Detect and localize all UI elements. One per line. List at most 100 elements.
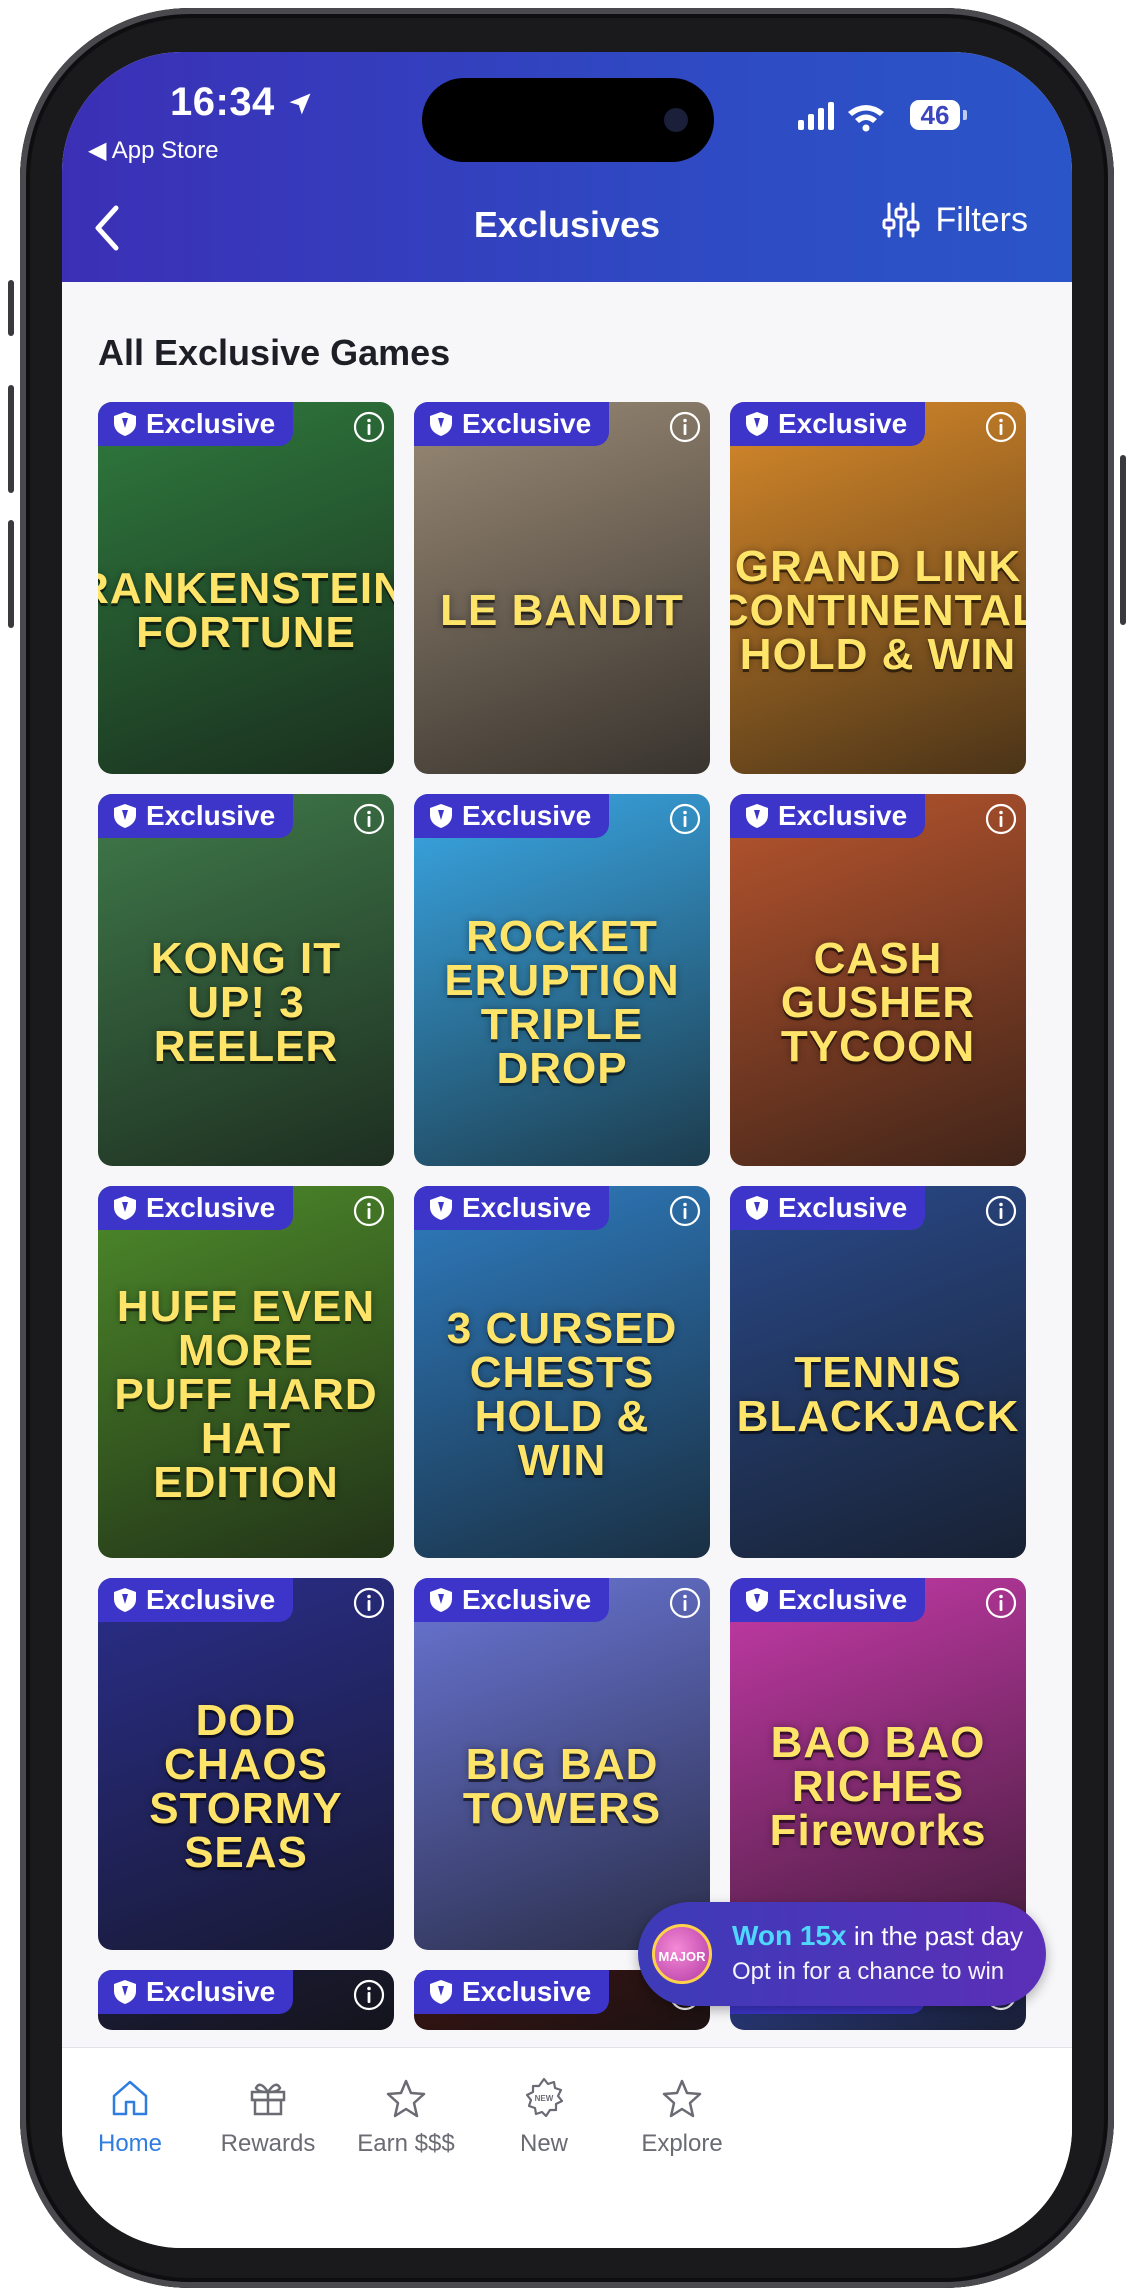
mute-switch	[8, 280, 14, 336]
shield-icon	[746, 412, 768, 436]
exclusive-badge: Exclusive	[98, 402, 294, 446]
exclusive-badge: Exclusive	[414, 794, 610, 838]
exclusive-badge-label: Exclusive	[778, 1584, 908, 1615]
jackpot-toast[interactable]: MAJOR Won 15x in the past day Opt in for…	[638, 1902, 1046, 2006]
game-artwork: BIG BAD TOWERS	[414, 1578, 710, 1950]
exclusive-badge-label: Exclusive	[146, 1192, 276, 1223]
shield-icon	[430, 804, 452, 828]
shield-icon	[114, 1588, 136, 1612]
game-artwork: LE BANDIT	[414, 402, 710, 774]
tab-home-label: Home	[97, 2130, 163, 2157]
filters-button[interactable]: Filters	[881, 200, 1028, 240]
game-tile[interactable]: 3 CURSED CHESTS HOLD & WIN Exclusive	[414, 1186, 710, 1558]
exclusive-badge-label: Exclusive	[778, 800, 908, 831]
exclusive-badge: Exclusive	[98, 794, 294, 838]
exclusive-badge-label: Exclusive	[462, 1192, 592, 1223]
game-artwork: KONG IT UP! 3 REELER	[98, 794, 394, 1166]
info-icon[interactable]	[668, 1194, 702, 1228]
exclusive-badge-label: Exclusive	[778, 1192, 908, 1223]
info-icon[interactable]	[984, 1194, 1018, 1228]
exclusive-badge: Exclusive	[730, 794, 926, 838]
shield-icon	[746, 1196, 768, 1220]
exclusive-badge: Exclusive	[98, 1186, 294, 1230]
info-icon[interactable]	[668, 802, 702, 836]
exclusive-badge-label: Exclusive	[778, 408, 908, 439]
game-tile[interactable]: KONG IT UP! 3 REELER Exclusive	[98, 794, 394, 1166]
exclusive-badge-label: Exclusive	[146, 1584, 276, 1615]
shield-icon	[114, 1196, 136, 1220]
info-icon[interactable]	[668, 1586, 702, 1620]
home-icon	[112, 2080, 148, 2116]
game-artwork: BAO BAO RICHES Fireworks	[730, 1578, 1026, 1950]
game-title: BIG BAD TOWERS	[462, 1740, 662, 1833]
game-tile[interactable]: BIG BAD TOWERS Exclusive	[414, 1578, 710, 1950]
volume-down-button	[8, 520, 14, 628]
info-icon[interactable]	[984, 1586, 1018, 1620]
game-artwork: ROCKET ERUPTION TRIPLE DROP	[414, 794, 710, 1166]
exclusive-badge-label: Exclusive	[146, 408, 276, 439]
exclusive-badge-label: Exclusive	[146, 800, 276, 831]
info-icon[interactable]	[352, 802, 386, 836]
game-tile[interactable]: ROCKET ERUPTION TRIPLE DROP Exclusive	[414, 794, 710, 1166]
exclusive-badge-label: Exclusive	[462, 408, 592, 439]
info-icon[interactable]	[984, 802, 1018, 836]
dynamic-island	[422, 78, 714, 162]
exclusive-badge-label: Exclusive	[146, 1976, 276, 2007]
shield-icon	[114, 412, 136, 436]
info-icon[interactable]	[668, 410, 702, 444]
game-title: FRANKENSTEIN's FORTUNE	[98, 564, 394, 657]
game-tile[interactable]: LE BANDIT Exclusive	[414, 402, 710, 774]
info-icon[interactable]	[352, 1978, 386, 2012]
game-tile[interactable]: DOD CHAOS STORMY SEAS Exclusive	[98, 1578, 394, 1950]
game-artwork: HUFF EVEN MORE PUFF HARD HAT EDITION	[98, 1186, 394, 1558]
exclusive-badge-label: Exclusive	[462, 1584, 592, 1615]
info-icon[interactable]	[352, 410, 386, 444]
gift-icon	[250, 2083, 286, 2116]
game-tile[interactable]: BAO BAO RICHES Fireworks Exclusive	[730, 1578, 1026, 1950]
tab-new-label: New	[519, 2130, 568, 2157]
exclusive-badge: Exclusive	[98, 1578, 294, 1622]
game-artwork: GRAND LINK CONTINENTAL HOLD & WIN	[730, 402, 1026, 774]
tab-bar: Home Rewards Earn $$$ NEW New Explore	[62, 2047, 1072, 2248]
game-tile[interactable]: Exclusive	[98, 1970, 394, 2030]
exclusive-badge: Exclusive	[730, 402, 926, 446]
game-tile[interactable]: TENNIS BLACKJACK Exclusive	[730, 1186, 1026, 1558]
game-title: DOD CHAOS STORMY SEAS	[149, 1696, 343, 1877]
tab-explore[interactable]: Explore	[592, 2076, 772, 2158]
star-outline-icon	[662, 2079, 702, 2118]
exclusive-badge-label: Exclusive	[462, 1976, 592, 2007]
game-tile[interactable]: GRAND LINK CONTINENTAL HOLD & WIN Exclusi…	[730, 402, 1026, 774]
info-icon[interactable]	[352, 1586, 386, 1620]
shield-icon	[430, 1196, 452, 1220]
shield-icon	[114, 1980, 136, 2004]
toast-line-2: Opt in for a chance to win	[732, 1958, 1005, 1985]
major-jackpot-icon: MAJOR	[652, 1924, 712, 1984]
game-tile[interactable]: HUFF EVEN MORE PUFF HARD HAT EDITION Excl…	[98, 1186, 394, 1558]
tab-explore-label: Explore	[641, 2130, 723, 2157]
shield-icon	[430, 412, 452, 436]
game-title: KONG IT UP! 3 REELER	[150, 934, 342, 1071]
exclusive-badge: Exclusive	[730, 1186, 926, 1230]
signal-wifi-icon	[798, 102, 884, 132]
game-tile[interactable]: CASH GUSHER TYCOON Exclusive	[730, 794, 1026, 1166]
status-time: 16:34	[170, 80, 314, 125]
game-title: HUFF EVEN MORE PUFF HARD HAT EDITION	[114, 1282, 378, 1507]
camera-icon	[664, 108, 688, 132]
info-icon[interactable]	[352, 1194, 386, 1228]
exclusive-badge: Exclusive	[730, 1578, 926, 1622]
exclusive-badge: Exclusive	[414, 402, 610, 446]
game-title: TENNIS BLACKJACK	[736, 1348, 1020, 1441]
back-to-app-store[interactable]: ◀ App Store	[88, 136, 219, 165]
game-tile[interactable]: FRANKENSTEIN's FORTUNE Exclusive	[98, 402, 394, 774]
game-artwork: FRANKENSTEIN's FORTUNE	[98, 402, 394, 774]
shield-icon	[746, 804, 768, 828]
info-icon[interactable]	[984, 410, 1018, 444]
game-title: ROCKET ERUPTION TRIPLE DROP	[444, 912, 680, 1093]
game-title: GRAND LINK CONTINENTAL HOLD & WIN	[730, 542, 1026, 679]
svg-text:NEW: NEW	[535, 2094, 554, 2103]
game-artwork: TENNIS BLACKJACK	[730, 1186, 1026, 1558]
sliders-icon	[882, 202, 920, 238]
toast-line-1: Won 15x in the past day	[732, 1920, 1023, 1951]
tab-rewards-label: Rewards	[220, 2130, 316, 2157]
game-artwork: 3 CURSED CHESTS HOLD & WIN	[414, 1186, 710, 1558]
